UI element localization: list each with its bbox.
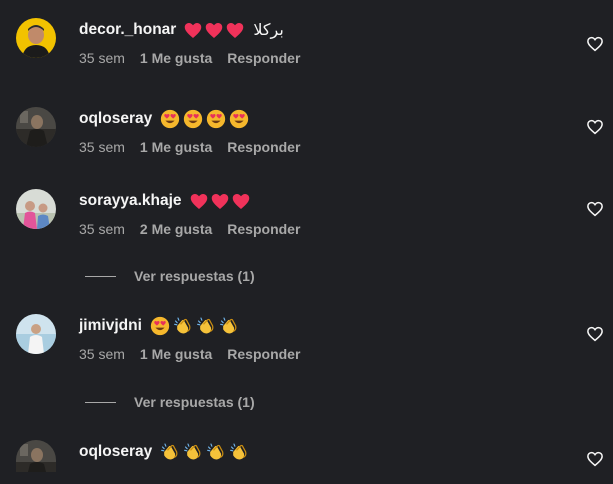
red-heart-emoji-icon <box>227 22 244 38</box>
view-replies-line <box>85 275 116 277</box>
comment-header: decor._honar بركلا <box>79 20 284 40</box>
comment-text <box>160 442 252 462</box>
reply-button[interactable]: Responder <box>227 346 300 362</box>
comment-header: oqloseray <box>79 442 252 462</box>
view-replies-label: Ver respuestas (1) <box>134 268 255 284</box>
comment-header: jimivjdni <box>79 316 242 336</box>
comment-item: jimivjdni 35 sem 1 Me gusta Responder <box>0 314 613 374</box>
comment-header: oqloseray <box>79 109 252 129</box>
heart-eyes-emoji-icon <box>184 109 203 129</box>
view-replies-label: Ver respuestas (1) <box>134 394 255 410</box>
red-heart-emoji-icon <box>185 22 202 38</box>
avatar[interactable] <box>16 440 56 472</box>
clapping-hands-emoji-icon <box>207 443 224 460</box>
likes-count[interactable]: 1 Me gusta <box>140 50 212 66</box>
comment-text <box>160 109 252 129</box>
reply-button[interactable]: Responder <box>227 221 300 237</box>
heart-outline-icon[interactable] <box>586 200 604 218</box>
username[interactable]: sorayya.khaje <box>79 192 182 210</box>
comment-item: oqloseray <box>0 440 613 484</box>
comment-header: sorayya.khaje <box>79 191 253 211</box>
comment-text-arabic: بركلا <box>253 22 284 39</box>
avatar[interactable] <box>16 314 56 354</box>
heart-eyes-emoji-icon <box>207 109 226 129</box>
heart-outline-icon[interactable] <box>586 450 604 468</box>
username[interactable]: oqloseray <box>79 110 152 128</box>
comment-meta: 35 sem 2 Me gusta Responder <box>79 221 300 237</box>
avatar[interactable] <box>16 107 56 147</box>
clapping-hands-emoji-icon <box>161 443 178 460</box>
comment-meta: 35 sem 1 Me gusta Responder <box>79 346 300 362</box>
comment-text <box>190 193 253 210</box>
clapping-hands-emoji-icon <box>196 317 214 334</box>
heart-eyes-emoji-icon <box>161 109 180 129</box>
heart-outline-icon[interactable] <box>586 325 604 343</box>
comment-time[interactable]: 35 sem <box>79 346 125 362</box>
comment-item: oqloseray 35 sem 1 Me gusta Responder <box>0 107 613 167</box>
heart-outline-icon[interactable] <box>586 118 604 136</box>
comment-meta: 35 sem 1 Me gusta Responder <box>79 139 300 155</box>
red-heart-emoji-icon <box>232 193 249 209</box>
view-replies-button[interactable]: Ver respuestas (1) <box>85 393 255 411</box>
comment-time[interactable]: 35 sem <box>79 139 125 155</box>
likes-count[interactable]: 2 Me gusta <box>140 221 212 237</box>
clapping-hands-emoji-icon <box>173 317 191 334</box>
reply-button[interactable]: Responder <box>227 50 300 66</box>
clapping-hands-emoji-icon <box>219 317 237 334</box>
clapping-hands-emoji-icon <box>184 443 201 460</box>
comment-meta: 35 sem 1 Me gusta Responder <box>79 50 300 66</box>
view-replies-line <box>85 401 116 403</box>
username[interactable]: jimivjdni <box>79 317 142 335</box>
username[interactable]: oqloseray <box>79 443 152 461</box>
comment-text: بركلا <box>184 20 283 40</box>
heart-eyes-emoji-icon <box>150 316 170 336</box>
view-replies-button[interactable]: Ver respuestas (1) <box>85 267 255 285</box>
comment-text <box>150 316 242 336</box>
username[interactable]: decor._honar <box>79 21 176 39</box>
comment-time[interactable]: 35 sem <box>79 50 125 66</box>
avatar[interactable] <box>16 189 56 229</box>
comment-item: sorayya.khaje 35 sem 2 Me gusta Responde… <box>0 189 613 249</box>
likes-count[interactable]: 1 Me gusta <box>140 346 212 362</box>
likes-count[interactable]: 1 Me gusta <box>140 139 212 155</box>
heart-outline-icon[interactable] <box>586 35 604 53</box>
red-heart-emoji-icon <box>190 193 207 209</box>
red-heart-emoji-icon <box>206 22 223 38</box>
heart-eyes-emoji-icon <box>230 109 249 129</box>
reply-button[interactable]: Responder <box>227 139 300 155</box>
red-heart-emoji-icon <box>211 193 228 209</box>
comment-time[interactable]: 35 sem <box>79 221 125 237</box>
clapping-hands-emoji-icon <box>230 443 247 460</box>
comment-item: decor._honar بركلا 35 sem 1 Me gusta Res… <box>0 18 613 78</box>
avatar[interactable] <box>16 18 56 58</box>
